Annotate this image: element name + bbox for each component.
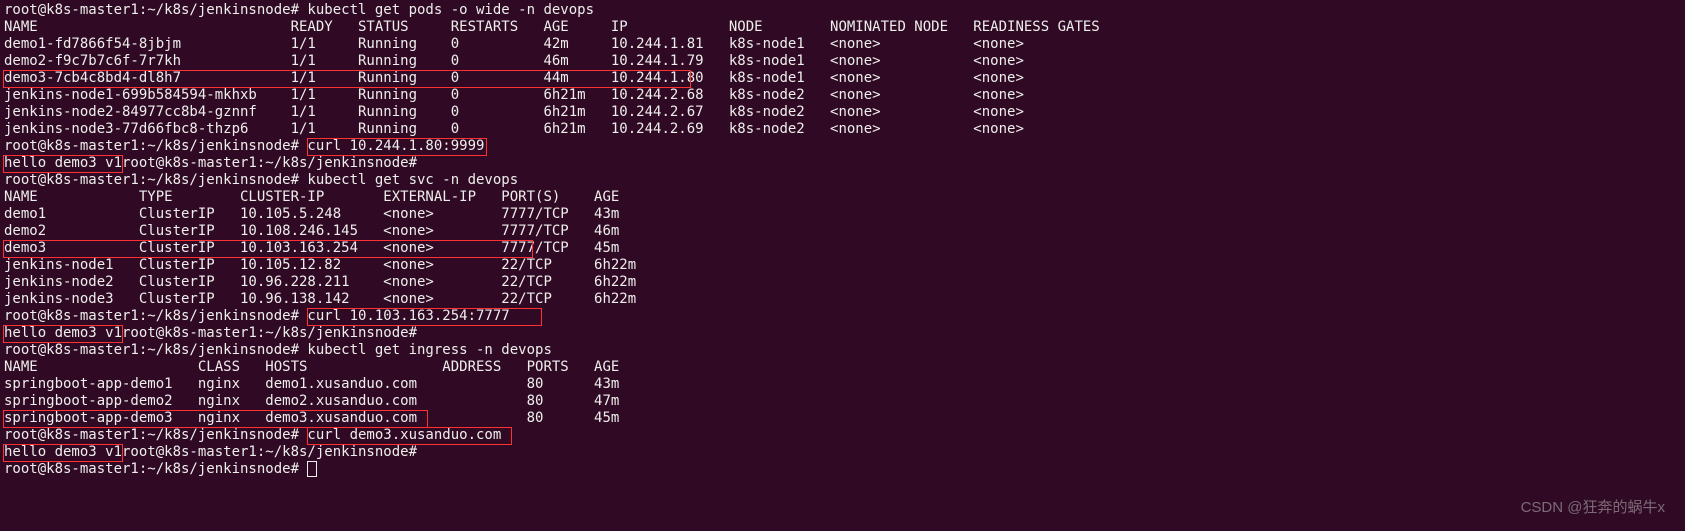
highlight-curl3 — [307, 427, 512, 445]
highlight-curl1 — [307, 138, 487, 156]
highlight-svc-row — [3, 240, 533, 258]
highlight-pod-row — [3, 70, 691, 88]
highlight-hello3 — [3, 444, 123, 462]
watermark: CSDN @狂奔的蜗牛x — [1521, 496, 1665, 517]
highlight-ing-row — [3, 410, 428, 428]
cursor — [307, 461, 317, 477]
highlight-hello2 — [3, 325, 123, 343]
highlight-curl2 — [307, 308, 542, 326]
highlight-hello1 — [3, 155, 123, 173]
